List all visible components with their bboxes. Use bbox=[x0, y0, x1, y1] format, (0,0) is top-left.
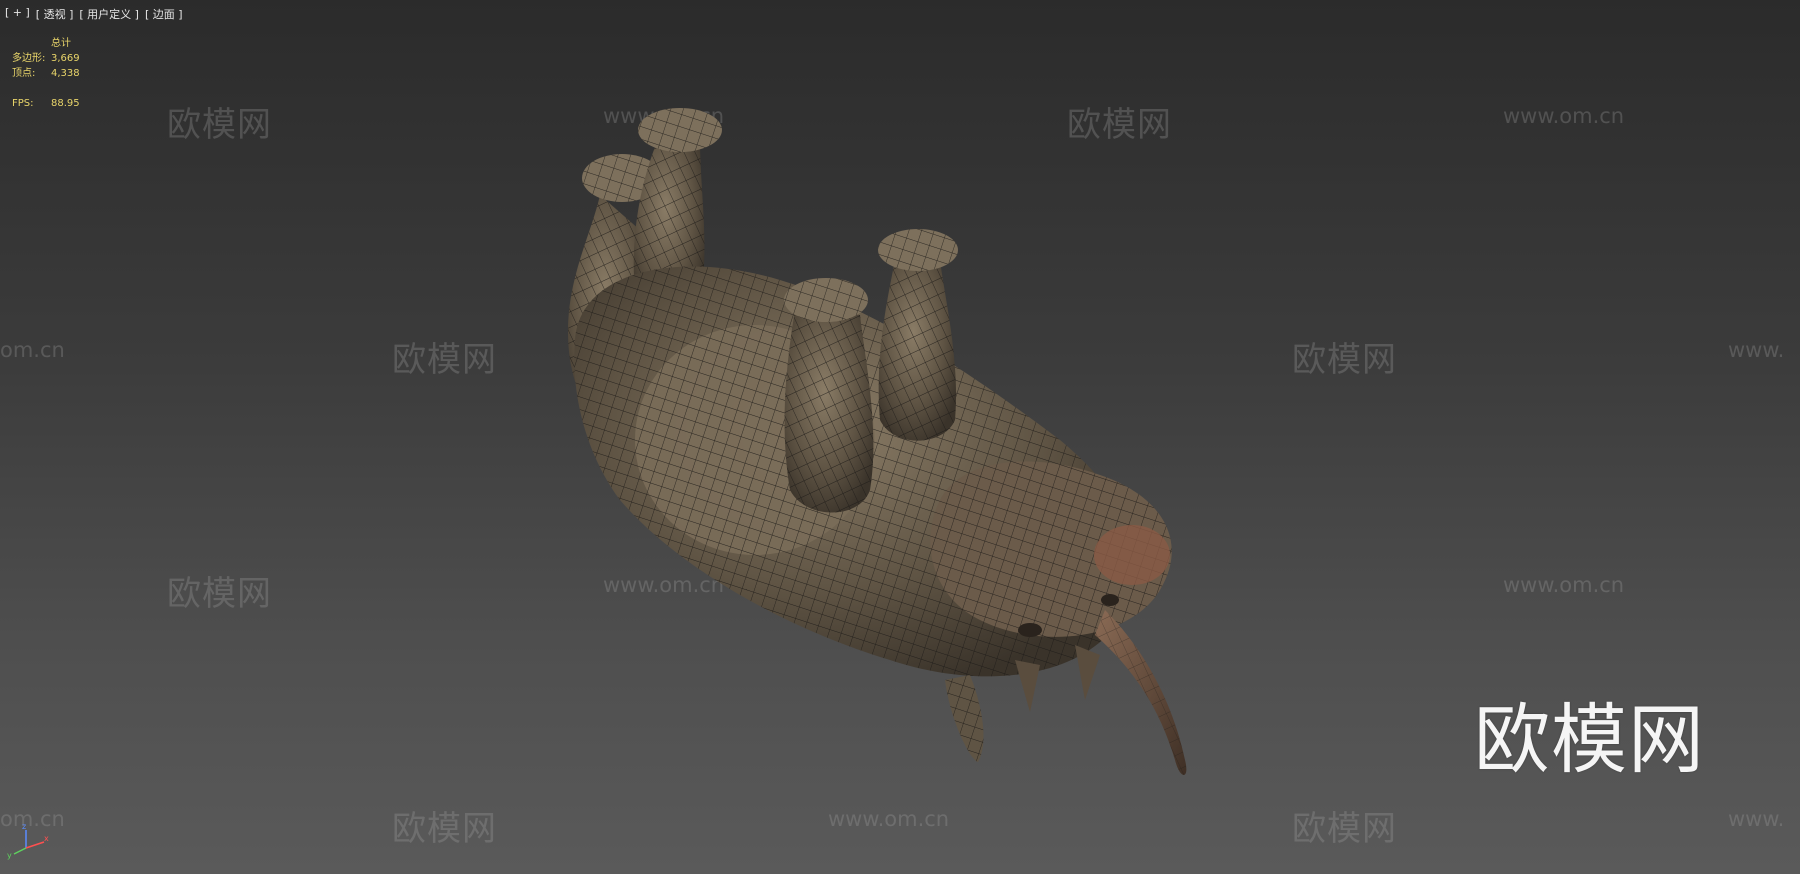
axis-x-label: x bbox=[44, 834, 49, 843]
viewport-label-menu: [ + ] [ 透视 ] [ 用户定义 ] [ 边面 ] bbox=[5, 6, 183, 22]
stats-polygons-value: 3,669 bbox=[51, 53, 80, 64]
watermark-url-partial: www. bbox=[1728, 338, 1785, 362]
watermark-url: www.om.cn bbox=[1503, 573, 1625, 597]
axis-y-label: y bbox=[7, 851, 12, 860]
stats-vertices-value: 4,338 bbox=[51, 68, 80, 79]
viewport-menu-plus[interactable]: [ + ] bbox=[5, 6, 30, 22]
brand-watermark: 欧模网 bbox=[1474, 695, 1705, 784]
watermark-cn: 欧模网 bbox=[392, 340, 497, 380]
watermark-url-partial: om.cn bbox=[0, 338, 65, 362]
stats-vertices-label: 顶点: bbox=[12, 68, 36, 79]
watermark-cn: 欧模网 bbox=[392, 809, 497, 849]
stats-vertices-row: 顶点: 4,338 bbox=[12, 66, 111, 81]
viewport-menu-shading[interactable]: [ 边面 ] bbox=[145, 6, 183, 22]
watermark-cn: 欧模网 bbox=[167, 574, 272, 614]
stats-polygons-row: 多边形: 3,669 bbox=[12, 51, 111, 66]
model-body-group bbox=[567, 108, 1187, 775]
stats-fps-row: FPS: 88.95 bbox=[12, 96, 111, 111]
watermark-url: www.om.cn bbox=[828, 807, 950, 831]
watermark-cn: 欧模网 bbox=[167, 105, 272, 145]
stats-polygons-label: 多边形: bbox=[12, 53, 46, 64]
statistics-panel: 总计 多边形: 3,669 顶点: 4,338 FPS: 88.95 bbox=[12, 36, 111, 111]
viewport-menu-view[interactable]: [ 透视 ] bbox=[36, 6, 74, 22]
3d-viewport[interactable]: [ + ] [ 透视 ] [ 用户定义 ] [ 边面 ] 总计 多边形: 3,6… bbox=[0, 0, 1800, 874]
axis-z-label: z bbox=[22, 822, 26, 831]
stats-fps-label: FPS: bbox=[12, 98, 34, 109]
stats-total-header: 总计 bbox=[12, 36, 111, 51]
stats-total-label: 总计 bbox=[51, 38, 71, 49]
watermark-url-partial: www. bbox=[1728, 807, 1785, 831]
watermark-url: www.om.cn bbox=[1503, 104, 1625, 128]
elephant-3d-model[interactable] bbox=[560, 100, 1320, 800]
watermark-cn: 欧模网 bbox=[1292, 809, 1397, 849]
axis-gizmo: z x y bbox=[7, 822, 49, 860]
viewport-menu-user-defined[interactable]: [ 用户定义 ] bbox=[79, 6, 139, 22]
stats-fps-value: 88.95 bbox=[51, 98, 80, 109]
